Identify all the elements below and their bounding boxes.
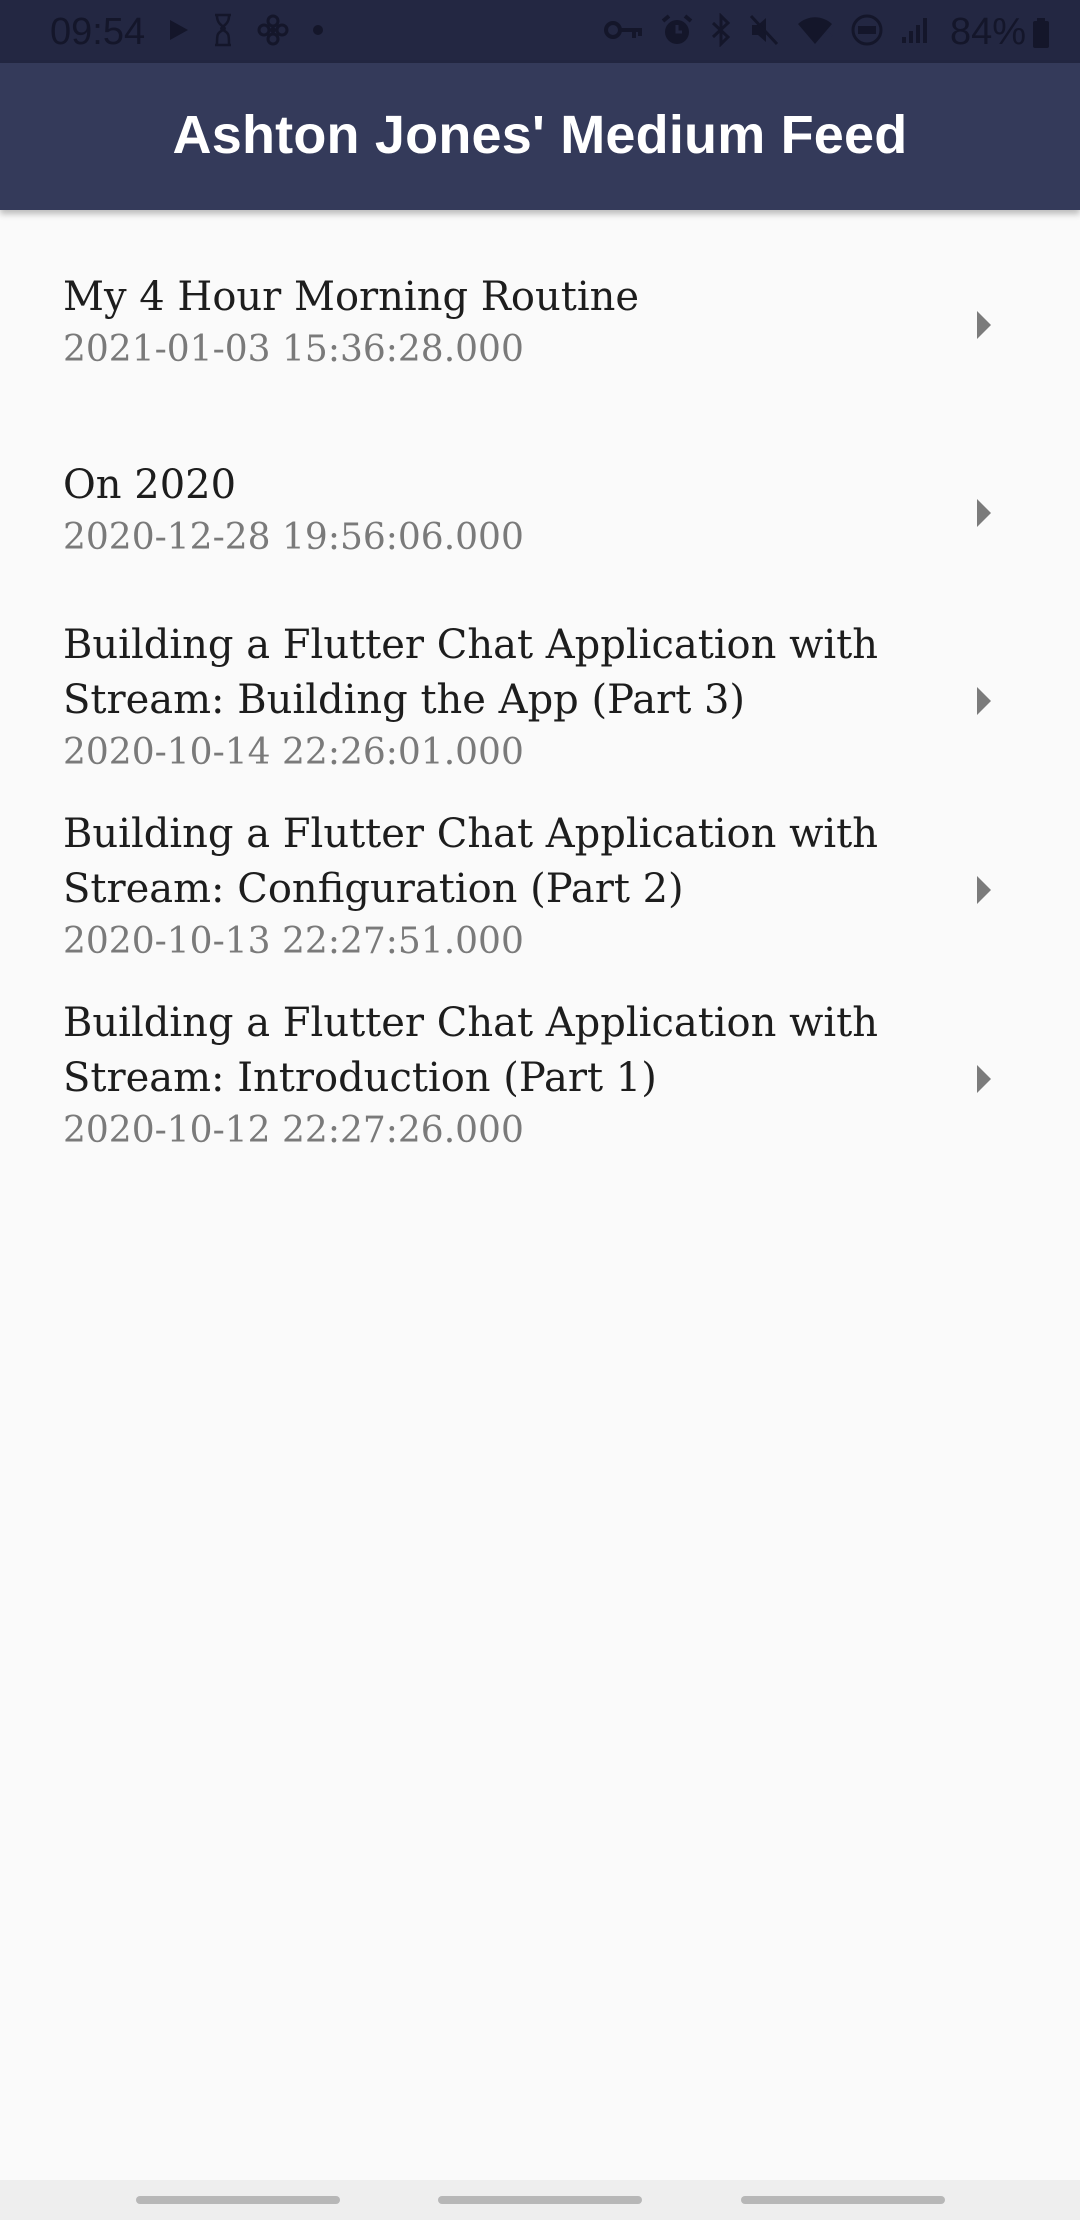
article-title-line-1: Building a Flutter Chat Application with xyxy=(63,622,878,668)
chevron-right-icon xyxy=(977,1065,991,1093)
list-item-text: On 2020 2020-12-28 19:56:06.000 xyxy=(63,458,933,563)
list-item[interactable]: My 4 Hour Morning Routine 2021-01-03 15:… xyxy=(0,210,1080,399)
status-time: 09:54 xyxy=(50,11,146,53)
play-icon xyxy=(168,18,190,47)
article-title: On 2020 xyxy=(63,462,237,508)
nav-home-button[interactable] xyxy=(438,2196,642,2204)
list-item-text: Building a Flutter Chat Application with… xyxy=(63,807,933,967)
list-item-text: My 4 Hour Morning Routine 2021-01-03 15:… xyxy=(63,270,933,375)
nav-back-button[interactable] xyxy=(741,2196,945,2204)
hourglass-icon xyxy=(212,13,234,52)
article-date: 2020-12-28 19:56:06.000 xyxy=(63,517,524,558)
list-item[interactable]: Building a Flutter Chat Application with… xyxy=(0,777,1080,966)
nav-recents-button[interactable] xyxy=(136,2196,340,2204)
list-item-text: Building a Flutter Chat Application with… xyxy=(63,996,933,1156)
article-date: 2020-10-12 22:27:26.000 xyxy=(63,1110,524,1151)
chevron-right-icon xyxy=(977,311,991,339)
article-title-line-1: Building a Flutter Chat Application with xyxy=(63,811,878,857)
chevron-right-icon xyxy=(977,876,991,904)
app-bar: Ashton Jones' Medium Feed xyxy=(0,63,1080,210)
list-item[interactable]: On 2020 2020-12-28 19:56:06.000 xyxy=(0,399,1080,588)
bluetooth-icon xyxy=(710,11,732,52)
page-title: Ashton Jones' Medium Feed xyxy=(172,105,908,165)
article-date: 2020-10-14 22:26:01.000 xyxy=(63,732,524,773)
navigation-bar xyxy=(0,2180,1080,2220)
list-item-text: Building a Flutter Chat Application with… xyxy=(63,618,933,778)
alarm-icon xyxy=(660,13,694,52)
chevron-right-icon xyxy=(977,687,991,715)
signal-icon xyxy=(900,15,930,50)
list-item[interactable]: Building a Flutter Chat Application with… xyxy=(0,588,1080,777)
fan-icon xyxy=(256,13,290,52)
article-title-line-1: Building a Flutter Chat Application with xyxy=(63,1000,878,1046)
article-title: My 4 Hour Morning Routine xyxy=(63,274,640,320)
article-title-line-2: Stream: Introduction (Part 1) xyxy=(63,1055,657,1101)
chevron-right-icon xyxy=(977,499,991,527)
article-date: 2021-01-03 15:36:28.000 xyxy=(63,329,524,370)
article-title-line-2: Stream: Configuration (Part 2) xyxy=(63,866,684,912)
mute-icon xyxy=(748,13,780,52)
list-item[interactable]: Building a Flutter Chat Application with… xyxy=(0,966,1080,1155)
dot-icon xyxy=(312,23,324,41)
article-date: 2020-10-13 22:27:51.000 xyxy=(63,921,524,962)
volte-icon xyxy=(850,13,884,52)
wifi-icon xyxy=(796,14,834,51)
key-icon xyxy=(604,18,644,47)
status-bar: 09:54 84% xyxy=(0,0,1080,63)
status-right-icons xyxy=(604,11,930,52)
battery-icon xyxy=(1032,18,1050,53)
status-left-icons xyxy=(168,12,324,52)
battery-percent: 84% xyxy=(949,11,1026,53)
article-title-line-2: Stream: Building the App (Part 3) xyxy=(63,677,746,723)
